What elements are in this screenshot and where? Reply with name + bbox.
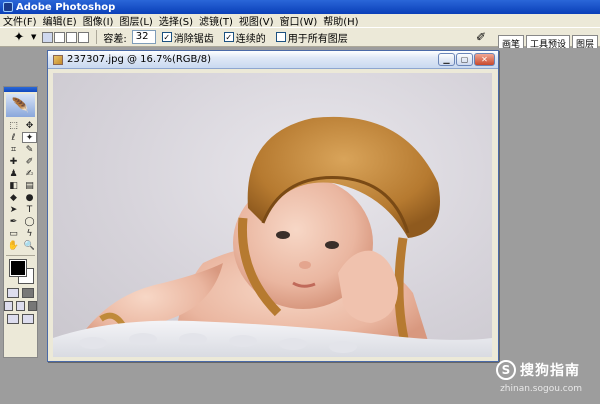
menu-file[interactable]: 文件(F) (3, 13, 37, 28)
eyedropper-icon[interactable]: ϟ (22, 228, 37, 239)
tab-tool-presets[interactable]: 工具预设 (525, 35, 570, 50)
menu-layer[interactable]: 图层(L) (119, 13, 152, 28)
tool-grid: ⬚ ✥ ℓ ✦ ⌗ ✎ ✚ ✐ ♟ ✍ ◧ ▤ ◆ ● ➤ T ✒ ◯ ▭ ϟ ✋ 🔍 (4, 119, 37, 252)
antialias-option[interactable]: ✓ 消除锯齿 (161, 30, 214, 45)
tab-layers[interactable]: 图层 (571, 35, 598, 50)
divider (96, 30, 98, 44)
move-icon[interactable]: ✥ (22, 120, 37, 131)
subtract-selection-button[interactable] (66, 31, 78, 43)
magic-wand-preset-icon[interactable]: ✦ (8, 29, 30, 45)
screen-mode-full-menu-icon[interactable] (16, 301, 25, 311)
zoom-icon[interactable]: 🔍 (22, 240, 37, 251)
color-swatches (7, 259, 34, 285)
screen-mode-row (4, 301, 37, 311)
dodge-icon[interactable]: ● (22, 192, 37, 203)
contiguous-checkbox[interactable]: ✓ (223, 32, 234, 42)
sample-all-checkbox[interactable] (275, 32, 286, 42)
quick-mask-row (4, 288, 37, 298)
image-file-icon (53, 54, 63, 65)
menu-window[interactable]: 窗口(W) (280, 13, 318, 28)
blur-icon[interactable]: ◆ (6, 192, 21, 203)
add-selection-button[interactable] (54, 31, 66, 43)
watermark: S 搜狗指南 (496, 360, 580, 380)
marquee-icon[interactable]: ⬚ (6, 120, 21, 131)
foreground-color-swatch[interactable] (9, 259, 27, 277)
menu-view[interactable]: 视图(V) (239, 13, 274, 28)
maximize-button[interactable]: ▢ (456, 53, 473, 66)
menu-select[interactable]: 选择(S) (159, 13, 193, 28)
stamp-icon[interactable]: ♟ (6, 168, 21, 179)
options-bar: ✦ ▼ 容差: 32 ✓ 消除锯齿 ✓ 连续的 用于所有图层 ✐ 画笔 工具预设… (0, 27, 600, 50)
healing-icon[interactable]: ✚ (6, 156, 21, 167)
lasso-icon[interactable]: ℓ (6, 132, 21, 143)
crop-icon[interactable]: ⌗ (6, 144, 21, 155)
magic-wand-icon[interactable]: ✦ (22, 132, 37, 143)
brush-icon[interactable]: ✐ (22, 156, 37, 167)
menu-filter[interactable]: 滤镜(T) (199, 13, 233, 28)
sample-all-option[interactable]: 用于所有图层 (275, 30, 348, 45)
palette-well: ✐ 画笔 工具预设 图层 (476, 28, 600, 50)
path-select-icon[interactable]: ➤ (6, 204, 21, 215)
close-button[interactable]: ✕ (474, 53, 495, 66)
new-selection-button[interactable] (42, 31, 54, 43)
extra-tool-icon[interactable] (22, 314, 34, 324)
jump-row (4, 314, 37, 324)
watermark-text: 搜狗指南 (520, 363, 580, 379)
jump-to-imageready-icon[interactable] (7, 314, 19, 324)
pen-icon[interactable]: ✒ (6, 216, 21, 227)
type-icon[interactable]: T (22, 204, 37, 215)
document-title: 237307.jpg @ 16.7%(RGB/8) (67, 54, 212, 65)
screen-mode-standard-icon[interactable] (4, 301, 13, 311)
watermark-url: zhinan.sogou.com (500, 384, 582, 394)
window-controls: ▁ ▢ ✕ (438, 53, 495, 66)
gradient-icon[interactable]: ▤ (22, 180, 37, 191)
toolbox: 🪶 ⬚ ✥ ℓ ✦ ⌗ ✎ ✚ ✐ ♟ ✍ ◧ ▤ ◆ ● ➤ T ✒ ◯ ▭ ϟ ✋ 🔍 (3, 86, 38, 358)
hand-icon[interactable]: ✋ (6, 240, 21, 251)
menu-image[interactable]: 图像(I) (83, 13, 114, 28)
image-canvas[interactable] (53, 73, 492, 357)
app-title-bar: Adobe Photoshop (0, 0, 600, 14)
document-title-bar[interactable]: 237307.jpg @ 16.7%(RGB/8) ▁ ▢ ✕ (48, 51, 498, 69)
slice-icon[interactable]: ✎ (22, 144, 37, 155)
contiguous-label: 连续的 (235, 33, 266, 45)
history-brush-icon[interactable]: ✍ (22, 168, 37, 179)
sogou-logo-icon: S (496, 360, 516, 380)
antialias-checkbox[interactable]: ✓ (161, 32, 172, 42)
chevron-down-icon[interactable]: ▼ (31, 33, 36, 41)
quick-mask-icon[interactable] (22, 288, 34, 298)
tab-brushes[interactable]: 画笔 (497, 35, 524, 50)
brush-palette-icon[interactable]: ✐ (476, 30, 492, 46)
app-title: Adobe Photoshop (16, 1, 116, 13)
minimize-button[interactable]: ▁ (438, 53, 455, 66)
tolerance-input[interactable]: 32 (131, 30, 156, 44)
standard-mode-icon[interactable] (7, 288, 19, 298)
toolbox-header[interactable] (4, 87, 37, 92)
tolerance-label: 容差: (103, 33, 127, 45)
divider (6, 255, 35, 256)
screen-mode-full-icon[interactable] (28, 301, 37, 311)
menu-edit[interactable]: 编辑(E) (43, 13, 77, 28)
feather-logo-icon[interactable]: 🪶 (6, 94, 35, 117)
shape-icon[interactable]: ◯ (22, 216, 37, 227)
photoshop-icon (3, 2, 13, 12)
intersect-selection-button[interactable] (78, 31, 90, 43)
baby-photo (53, 116, 492, 357)
sample-all-label: 用于所有图层 (287, 33, 348, 45)
contiguous-option[interactable]: ✓ 连续的 (223, 30, 266, 45)
eraser-icon[interactable]: ◧ (6, 180, 21, 191)
antialias-label: 消除锯齿 (173, 33, 214, 45)
notes-icon[interactable]: ▭ (6, 228, 21, 239)
menu-help[interactable]: 帮助(H) (323, 13, 358, 28)
menu-bar: 文件(F) 编辑(E) 图像(I) 图层(L) 选择(S) 滤镜(T) 视图(V… (0, 13, 600, 28)
document-window: 237307.jpg @ 16.7%(RGB/8) ▁ ▢ ✕ (47, 50, 499, 362)
